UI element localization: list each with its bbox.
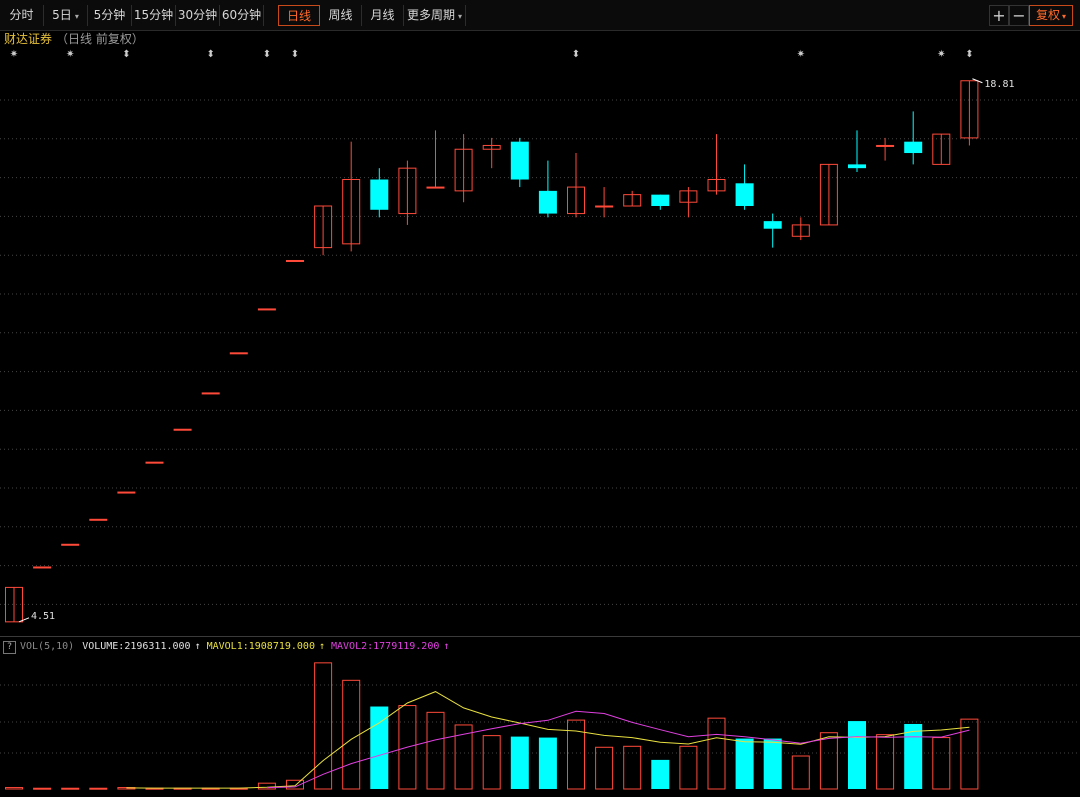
candle-body	[651, 194, 670, 206]
tab-monthly[interactable]: 月线	[362, 5, 404, 26]
volume-bar	[342, 679, 361, 790]
volume-bar	[5, 787, 23, 790]
low-pointer	[18, 617, 30, 623]
stock-name: 财达证券	[4, 32, 53, 46]
signal-marker: ⬍	[572, 49, 580, 60]
volume-bar	[314, 662, 333, 790]
candle-body	[904, 141, 923, 154]
candle-body	[229, 352, 248, 355]
tab-5day[interactable]: 5日 ▾	[44, 5, 88, 26]
candle-body	[201, 392, 220, 395]
volume-bar	[904, 723, 923, 789]
tab-15min[interactable]: 15分钟	[132, 5, 176, 26]
candle-body	[145, 461, 164, 464]
stock-title: 财达证券 （日线 前复权）	[4, 30, 144, 47]
signal-marker: ⬍	[263, 49, 271, 60]
fuquan-label: 复权	[1035, 8, 1060, 22]
volume-bar	[482, 735, 501, 790]
candle-body	[117, 491, 136, 494]
tab-label: 周线	[328, 8, 353, 22]
signal-marker: ✷	[10, 49, 18, 60]
candle-body	[426, 186, 445, 189]
volume-chart[interactable]	[0, 638, 1080, 794]
candle-body	[848, 164, 866, 169]
tab-30min[interactable]: 30分钟	[176, 5, 220, 26]
candle-body	[61, 543, 80, 546]
volume-bar	[61, 787, 80, 790]
tab-label: 30分钟	[177, 8, 218, 22]
candle-body	[89, 518, 108, 521]
signal-marker: ✷	[66, 49, 74, 60]
signal-marker: ⬍	[291, 49, 299, 60]
volume-bar	[819, 732, 838, 790]
signal-marker: ⬍	[207, 49, 215, 60]
tab-label: 15分钟	[133, 8, 174, 22]
zoom-out-button[interactable]: −	[1009, 5, 1029, 26]
volume-bar	[932, 737, 951, 790]
chevron-down-icon: ▾	[458, 12, 463, 21]
candle-body	[257, 308, 276, 311]
chart-period-subtitle: （日线 前复权）	[56, 32, 144, 46]
candle-body	[735, 183, 754, 206]
signal-marker: ✷	[797, 49, 805, 60]
tab-more-periods[interactable]: 更多周期 ▾	[404, 5, 466, 26]
tab-label: 月线	[370, 8, 395, 22]
volume-bar	[876, 734, 895, 790]
tab-label: 更多周期	[406, 8, 455, 22]
tab-label: 5分钟	[93, 8, 126, 22]
volume-bar	[791, 755, 810, 790]
tab-label: 5日	[52, 8, 72, 22]
signal-marker: ⬍	[965, 49, 973, 60]
fuquan-dropdown[interactable]: 复权 ▾	[1029, 5, 1073, 26]
volume-bar	[426, 711, 445, 790]
candle-body	[538, 190, 557, 214]
volume-bar	[960, 718, 979, 790]
panel-divider	[0, 636, 1080, 637]
volume-bar	[89, 787, 108, 790]
candle-body	[510, 141, 529, 180]
volume-bar	[707, 717, 726, 790]
tab-weekly[interactable]: 周线	[320, 5, 362, 26]
candle-body	[876, 144, 895, 147]
candle-body	[370, 179, 389, 210]
tab-60min[interactable]: 60分钟	[220, 5, 264, 26]
volume-bar	[257, 782, 276, 790]
volume-bar	[763, 738, 782, 789]
tab-label: 日线	[286, 9, 311, 23]
volume-bar	[735, 738, 754, 789]
volume-bar	[848, 721, 866, 789]
candle-body	[286, 259, 304, 262]
signal-marker: ⬍	[122, 49, 130, 60]
volume-bar	[651, 759, 670, 789]
low-price-label: 4.51	[31, 611, 55, 622]
candle-body	[173, 428, 192, 431]
tab-5min[interactable]: 5分钟	[88, 5, 132, 26]
tab-label: 60分钟	[221, 8, 262, 22]
chevron-down-icon: ▾	[74, 12, 79, 21]
tab-daily[interactable]: 日线	[278, 5, 320, 26]
volume-bar	[538, 737, 557, 789]
volume-bar	[33, 787, 52, 790]
candle-body	[763, 221, 782, 229]
period-toolbar: 分时 5日 ▾ 5分钟 15分钟 30分钟 60分钟 日线 周线 月线 更多周期 ▾ + − 复权 ▾	[0, 0, 1080, 31]
zoom-in-button[interactable]: +	[989, 5, 1009, 26]
candlestick-chart[interactable]: ✷ ✷ ⬍ ⬍ ⬍ ⬍ ⬍ ✷ ✷ ⬍ 18.81 4.51	[0, 46, 1080, 636]
candle-body	[595, 205, 614, 208]
candle-body	[33, 566, 52, 569]
tab-fenshi[interactable]: 分时	[0, 5, 44, 26]
signal-marker: ✷	[937, 49, 945, 60]
high-price-label: 18.81	[984, 79, 1014, 90]
tab-label: 分时	[9, 8, 34, 22]
volume-bar	[595, 746, 614, 790]
chevron-down-icon: ▾	[1062, 12, 1067, 21]
volume-bar	[510, 736, 529, 789]
